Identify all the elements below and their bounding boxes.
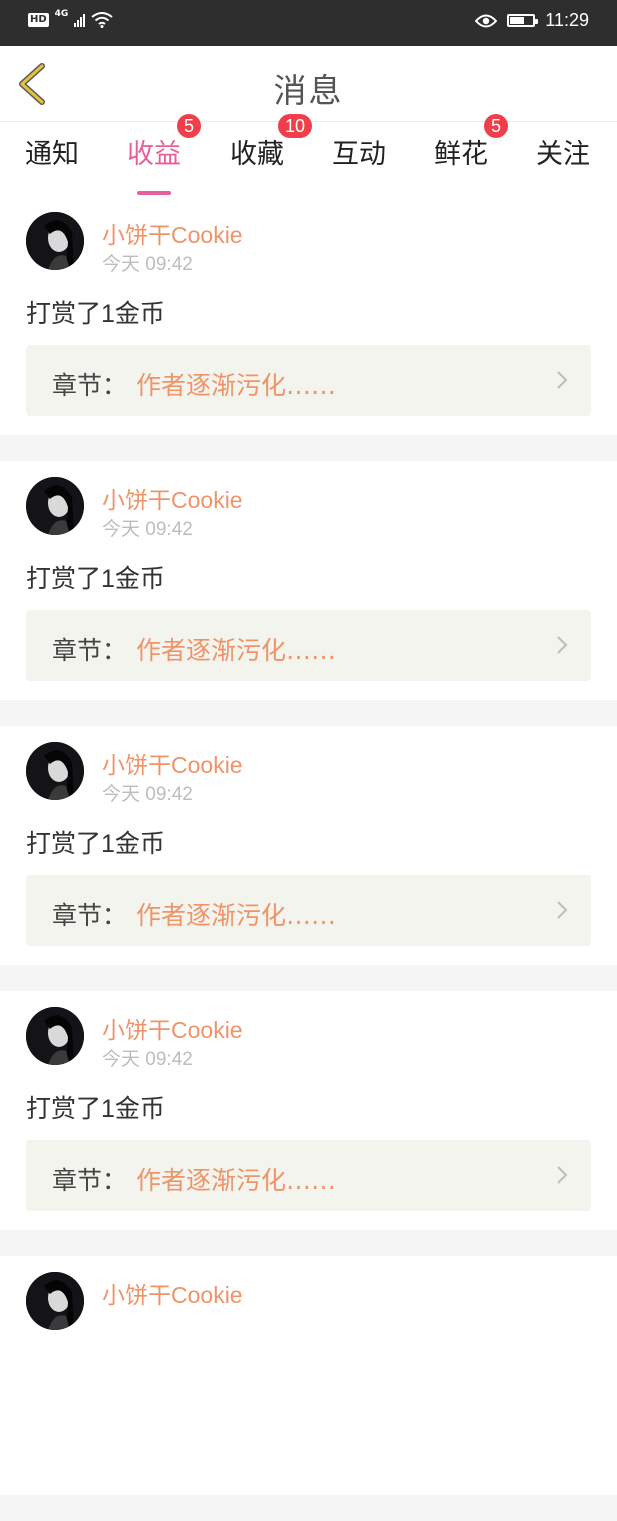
chapter-label: 章节： — [52, 1166, 128, 1195]
unread-badge: 10 — [278, 114, 313, 138]
chevron-right-icon — [557, 1166, 568, 1184]
tab-label: 鲜花 — [434, 139, 488, 170]
tab-label: 收益 — [127, 139, 181, 170]
wifi-icon — [91, 12, 113, 28]
avatar[interactable] — [26, 1272, 84, 1330]
tab-bar: 通知 收益 5 收藏 10 互动 鲜花 5 关注 — [0, 114, 617, 196]
tab-label: 互动 — [332, 139, 386, 170]
chapter-label: 章节： — [52, 371, 128, 400]
chapter-label: 章节： — [52, 901, 128, 930]
unread-badge: 5 — [177, 114, 202, 138]
message-card: 小饼干Cookie — [0, 1256, 617, 1495]
chapter-title: 作者逐渐污化…… — [136, 901, 337, 930]
clock: 11:29 — [545, 10, 589, 30]
tab-favorites[interactable]: 收藏 10 — [230, 114, 313, 171]
status-bar: HD 4G 11:29 — [0, 0, 617, 46]
app-header: 消息 — [0, 46, 617, 122]
active-tab-indicator — [137, 191, 171, 195]
message-time: 今天 09:42 — [102, 784, 193, 805]
message-text: 打赏了1金币 — [26, 830, 165, 858]
network-type: 4G — [54, 9, 69, 19]
chapter-link[interactable]: 章节： 作者逐渐污化…… — [26, 875, 591, 946]
user-name[interactable]: 小饼干Cookie — [102, 1276, 243, 1310]
tab-notifications[interactable]: 通知 — [25, 132, 79, 171]
avatar[interactable] — [26, 477, 84, 535]
tab-interactions[interactable]: 互动 — [332, 132, 386, 171]
message-text: 打赏了1金币 — [26, 300, 165, 328]
page-title: 消息 — [273, 71, 344, 110]
message-time: 今天 09:42 — [102, 519, 193, 540]
avatar[interactable] — [26, 1007, 84, 1065]
message-list: 小饼干Cookie 今天 09:42 打赏了1金币 章节： 作者逐渐污化…… 小… — [0, 196, 617, 1521]
chapter-label: 章节： — [52, 636, 128, 665]
user-name[interactable]: 小饼干Cookie — [102, 1011, 243, 1045]
message-card: 小饼干Cookie 今天 09:42 打赏了1金币 章节： 作者逐渐污化…… — [0, 991, 617, 1230]
user-name[interactable]: 小饼干Cookie — [102, 481, 243, 515]
tab-label: 关注 — [536, 139, 590, 170]
chapter-title: 作者逐渐污化…… — [136, 1166, 337, 1195]
message-time: 今天 09:42 — [102, 1049, 193, 1070]
message-card: 小饼干Cookie 今天 09:42 打赏了1金币 章节： 作者逐渐污化…… — [0, 726, 617, 965]
avatar[interactable] — [26, 212, 84, 270]
message-time: 今天 09:42 — [102, 254, 193, 275]
tab-flowers[interactable]: 鲜花 5 — [434, 114, 509, 171]
message-card: 小饼干Cookie 今天 09:42 打赏了1金币 章节： 作者逐渐污化…… — [0, 461, 617, 700]
unread-badge: 5 — [484, 114, 509, 138]
message-text: 打赏了1金币 — [26, 565, 165, 593]
user-name[interactable]: 小饼干Cookie — [102, 216, 243, 250]
tab-label: 通知 — [25, 139, 79, 170]
chapter-link[interactable]: 章节： 作者逐渐污化…… — [26, 345, 591, 416]
tab-earnings[interactable]: 收益 5 — [127, 114, 202, 195]
tab-label: 收藏 — [230, 139, 284, 170]
avatar[interactable] — [26, 742, 84, 800]
chapter-title: 作者逐渐污化…… — [136, 636, 337, 665]
chapter-title: 作者逐渐污化…… — [136, 371, 337, 400]
message-text: 打赏了1金币 — [26, 1095, 165, 1123]
chapter-link[interactable]: 章节： 作者逐渐污化…… — [26, 1140, 591, 1211]
user-name[interactable]: 小饼干Cookie — [102, 746, 243, 780]
chevron-right-icon — [557, 371, 568, 389]
battery-icon — [507, 14, 539, 27]
eye-icon — [475, 14, 498, 28]
tab-follows[interactable]: 关注 — [536, 132, 590, 171]
chevron-right-icon — [557, 901, 568, 919]
hd-icon: HD — [28, 13, 49, 27]
chevron-right-icon — [557, 636, 568, 654]
chapter-link[interactable]: 章节： 作者逐渐污化…… — [26, 610, 591, 681]
message-card: 小饼干Cookie 今天 09:42 打赏了1金币 章节： 作者逐渐污化…… — [0, 196, 617, 435]
signal-icon — [74, 13, 86, 27]
